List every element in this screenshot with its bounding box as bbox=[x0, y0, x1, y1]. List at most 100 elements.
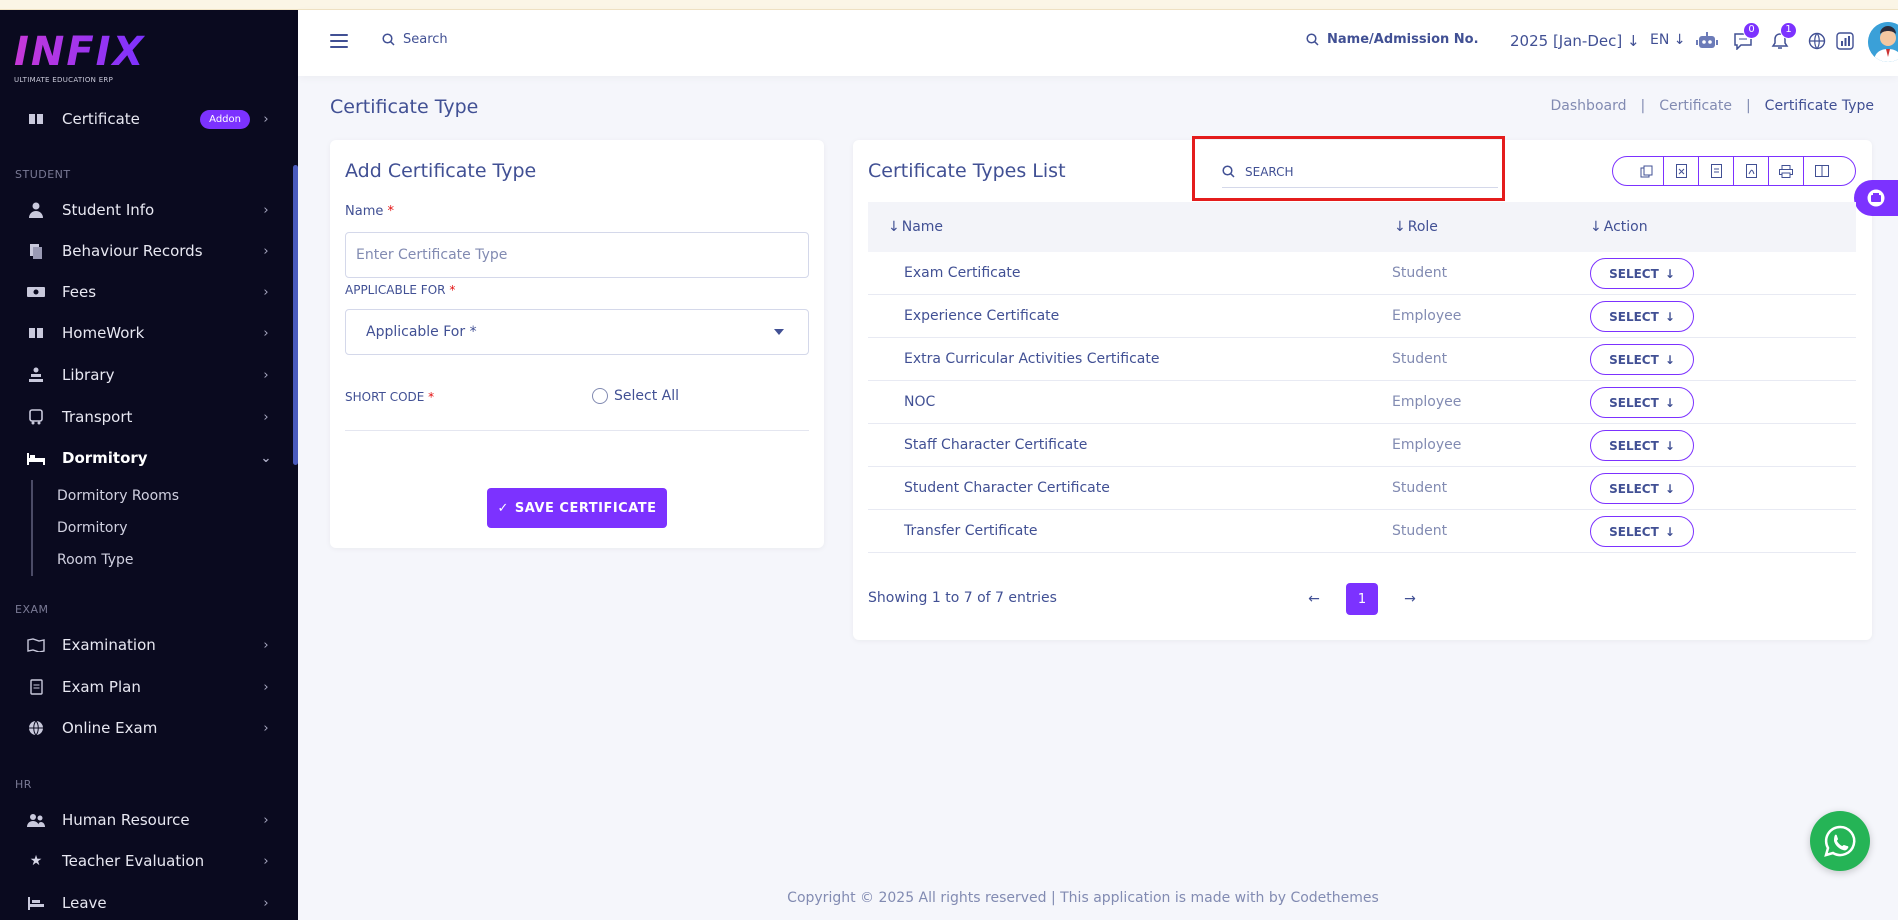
submenu-item-dormitory[interactable]: Dormitory bbox=[57, 512, 179, 544]
applicable-for-select[interactable]: Applicable For * bbox=[345, 309, 809, 355]
sidebar-item-label: Dormitory bbox=[62, 449, 148, 467]
menu-search[interactable]: Search bbox=[382, 32, 448, 47]
menu-toggle-icon[interactable] bbox=[330, 34, 348, 48]
select-button[interactable]: SELECT ↓ bbox=[1590, 516, 1694, 547]
sidebar-item-student-info[interactable]: Student Info › bbox=[0, 193, 290, 227]
csv-icon[interactable] bbox=[1700, 157, 1734, 185]
breadcrumb: Dashboard | Certificate | Certificate Ty… bbox=[1551, 98, 1874, 114]
page-number[interactable]: 1 bbox=[1346, 583, 1378, 615]
footer: Copyright © 2025 All rights reserved | T… bbox=[787, 890, 1379, 906]
bell-icon[interactable]: 1 bbox=[1769, 22, 1797, 52]
arrow-right-icon[interactable]: → bbox=[1396, 583, 1424, 615]
table-search-input[interactable]: SEARCH bbox=[1222, 156, 1498, 188]
sidebar-item-homework[interactable]: HomeWork › bbox=[0, 316, 290, 350]
sidebar-item-label: Certificate bbox=[62, 110, 140, 128]
robot-icon[interactable] bbox=[1696, 30, 1718, 52]
print-icon[interactable] bbox=[1770, 157, 1804, 185]
cell-role: Student bbox=[1392, 351, 1448, 367]
section-label-exam: EXAM bbox=[15, 603, 49, 616]
column-header-action[interactable]: ↓ Action bbox=[1590, 219, 1648, 235]
column-header-name[interactable]: ↓ Name bbox=[888, 219, 943, 235]
arrow-down-icon: ↓ bbox=[1664, 481, 1675, 496]
language-selector[interactable]: EN ↓ bbox=[1650, 32, 1686, 48]
sort-arrow-icon: ↓ bbox=[1590, 219, 1602, 235]
sidebar-item-behaviour-records[interactable]: Behaviour Records › bbox=[0, 234, 290, 268]
breadcrumb-certificate[interactable]: Certificate bbox=[1659, 98, 1732, 114]
globe-icon[interactable] bbox=[1806, 30, 1828, 52]
cell-role: Student bbox=[1392, 265, 1448, 281]
search-placeholder: SEARCH bbox=[1245, 164, 1294, 179]
sidebar-item-examination[interactable]: Examination › bbox=[0, 628, 290, 662]
submenu-item-room-type[interactable]: Room Type bbox=[57, 544, 179, 576]
analytics-icon[interactable] bbox=[1834, 30, 1856, 52]
short-code-label: SHORT CODE * bbox=[345, 390, 435, 404]
sidebar-item-dormitory[interactable]: Dormitory ⌄ bbox=[0, 441, 290, 475]
arrow-down-icon: ↓ bbox=[1664, 438, 1675, 453]
chevron-right-icon: › bbox=[263, 202, 269, 218]
sidebar-item-human-resource[interactable]: Human Resource › bbox=[0, 803, 290, 837]
copy-icon[interactable] bbox=[1630, 157, 1664, 185]
student-search[interactable]: Name/Admission No. bbox=[1306, 32, 1479, 47]
side-cart-icon[interactable] bbox=[1854, 180, 1898, 216]
sidebar-item-label: Library bbox=[62, 366, 115, 384]
sidebar-item-label: Online Exam bbox=[62, 719, 158, 737]
submenu-item-dormitory-rooms[interactable]: Dormitory Rooms bbox=[57, 480, 179, 512]
arrow-down-icon: ↓ bbox=[1664, 352, 1675, 367]
table-row: Student Character Certificate Student SE… bbox=[868, 467, 1856, 510]
select-button[interactable]: SELECT ↓ bbox=[1590, 344, 1694, 375]
search-icon bbox=[1222, 165, 1235, 178]
globe-icon bbox=[26, 719, 46, 737]
select-all-radio[interactable]: Select All bbox=[592, 388, 679, 404]
table-header: ↓ Name ↓ Role ↓ Action bbox=[868, 202, 1856, 252]
sidebar-item-teacher-evaluation[interactable]: ★ Teacher Evaluation › bbox=[0, 844, 290, 878]
breadcrumb-dashboard[interactable]: Dashboard bbox=[1551, 98, 1627, 114]
sidebar-item-exam-plan[interactable]: Exam Plan › bbox=[0, 670, 290, 704]
chevron-right-icon: › bbox=[263, 720, 269, 736]
certificate-icon bbox=[26, 110, 46, 128]
form-title: Add Certificate Type bbox=[345, 160, 537, 182]
logo[interactable]: INFIX ULTIMATE EDUCATION ERP bbox=[14, 30, 145, 84]
select-button[interactable]: SELECT ↓ bbox=[1590, 301, 1694, 332]
session-selector[interactable]: 2025 [Jan-Dec] ↓ bbox=[1510, 32, 1640, 50]
sidebar-item-label: Human Resource bbox=[62, 811, 190, 829]
save-certificate-button[interactable]: ✓ SAVE CERTIFICATE bbox=[487, 488, 667, 528]
arrow-down-icon: ↓ bbox=[1664, 395, 1675, 410]
sidebar-item-fees[interactable]: Fees › bbox=[0, 275, 290, 309]
divider bbox=[345, 430, 809, 431]
chevron-down-icon: ⌄ bbox=[260, 450, 272, 466]
menu-search-label: Search bbox=[403, 32, 448, 47]
search-icon bbox=[1306, 33, 1319, 46]
arrow-down-icon: ↓ bbox=[1664, 309, 1675, 324]
sidebar-item-library[interactable]: Library › bbox=[0, 358, 290, 392]
add-certificate-card: Add Certificate Type Name * Enter Certif… bbox=[330, 140, 824, 548]
save-label: SAVE CERTIFICATE bbox=[514, 500, 657, 516]
table-row: Staff Character Certificate Employee SEL… bbox=[868, 424, 1856, 467]
breadcrumb-current: Certificate Type bbox=[1764, 98, 1874, 114]
avatar[interactable] bbox=[1868, 22, 1898, 62]
map-icon bbox=[26, 636, 46, 654]
money-icon bbox=[26, 283, 46, 301]
select-button[interactable]: SELECT ↓ bbox=[1590, 258, 1694, 289]
cell-name: Exam Certificate bbox=[904, 265, 1021, 281]
whatsapp-icon[interactable] bbox=[1810, 811, 1870, 871]
select-button[interactable]: SELECT ↓ bbox=[1590, 430, 1694, 461]
sidebar-item-leave[interactable]: Leave › bbox=[0, 886, 290, 920]
column-header-role[interactable]: ↓ Role bbox=[1394, 219, 1438, 235]
sidebar-item-certificate[interactable]: Certificate Addon › bbox=[0, 102, 290, 136]
cell-role: Employee bbox=[1392, 394, 1462, 410]
columns-icon[interactable] bbox=[1805, 157, 1839, 185]
chat-icon[interactable]: 0 bbox=[1732, 22, 1760, 52]
excel-icon[interactable] bbox=[1665, 157, 1699, 185]
pdf-icon[interactable] bbox=[1735, 157, 1769, 185]
select-button[interactable]: SELECT ↓ bbox=[1590, 387, 1694, 418]
sidebar-item-online-exam[interactable]: Online Exam › bbox=[0, 711, 290, 745]
certificate-name-input[interactable]: Enter Certificate Type bbox=[345, 232, 809, 278]
chevron-right-icon: › bbox=[263, 637, 269, 653]
arrow-left-icon[interactable]: ← bbox=[1300, 583, 1328, 615]
sidebar-item-transport[interactable]: Transport › bbox=[0, 400, 290, 434]
sidebar-scrollbar[interactable] bbox=[293, 165, 298, 465]
select-button[interactable]: SELECT ↓ bbox=[1590, 473, 1694, 504]
table-row: Extra Curricular Activities Certificate … bbox=[868, 338, 1856, 381]
top-header: Search Name/Admission No. 2025 [Jan-Dec]… bbox=[298, 10, 1898, 76]
chevron-right-icon: › bbox=[263, 853, 269, 869]
